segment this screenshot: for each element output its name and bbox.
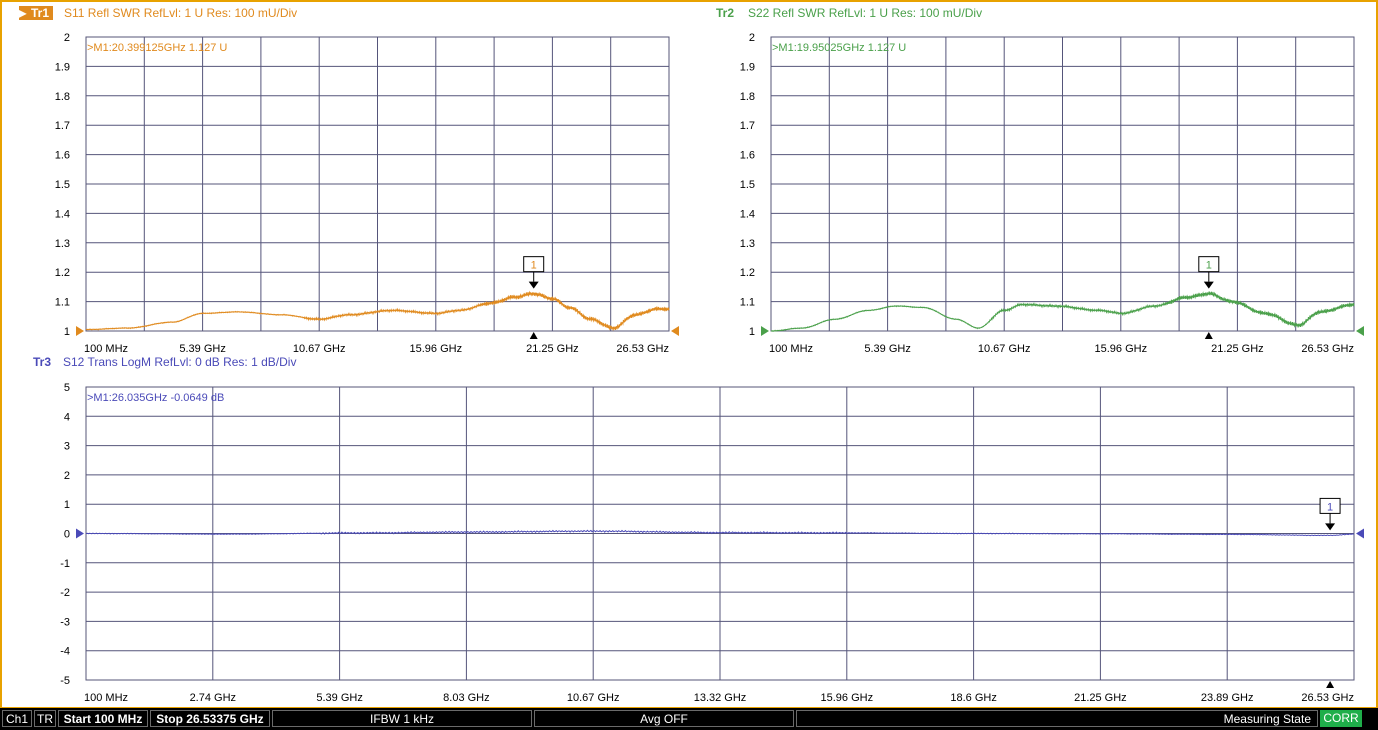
x-tick-label: 5.39 GHz bbox=[864, 343, 910, 355]
y-tick-label: 1.6 bbox=[740, 150, 755, 162]
x-tick-label: 10.67 GHz bbox=[978, 343, 1031, 355]
x-tick-label: 26.53 GHz bbox=[1301, 692, 1354, 704]
x-tick-label: 21.25 GHz bbox=[526, 343, 579, 355]
x-tick-label: 26.53 GHz bbox=[1301, 343, 1354, 355]
marker-readout: >M1:26.035GHz -0.0649 dB bbox=[87, 392, 224, 404]
y-tick-label: 2 bbox=[749, 32, 755, 44]
trace-header-tr1: S11 Refl SWR RefLvl: 1 U Res: 100 mU/Div bbox=[64, 6, 298, 20]
y-tick-label: 1.2 bbox=[740, 267, 755, 279]
x-tick-label: 13.32 GHz bbox=[694, 692, 747, 704]
x-tick-label: 8.03 GHz bbox=[443, 692, 489, 704]
correction-indicator[interactable]: CORR bbox=[1320, 710, 1362, 727]
reference-level-right-icon[interactable] bbox=[1356, 528, 1364, 539]
reference-level-left-icon[interactable] bbox=[76, 326, 84, 336]
x-tick-label: 21.25 GHz bbox=[1211, 343, 1264, 355]
trace-mode-indicator[interactable]: TR bbox=[34, 710, 56, 727]
ifbw-setting[interactable]: IFBW 1 kHz bbox=[272, 710, 532, 727]
x-tick-label: 18.6 GHz bbox=[950, 692, 996, 704]
y-tick-label: 0 bbox=[64, 529, 70, 541]
trace-tag-tr1[interactable]: ▶ Tr1 bbox=[17, 6, 53, 20]
x-tick-label: 15.96 GHz bbox=[410, 343, 463, 355]
channel-indicator[interactable]: Ch1 bbox=[2, 710, 32, 727]
y-tick-label: -2 bbox=[60, 587, 70, 599]
x-tick-label: 5.39 GHz bbox=[179, 343, 225, 355]
reference-level-right-icon[interactable] bbox=[671, 326, 679, 336]
x-tick-label: 10.67 GHz bbox=[293, 343, 346, 355]
stop-frequency[interactable]: Stop 26.53375 GHz bbox=[150, 710, 270, 727]
y-tick-label: 1.7 bbox=[55, 120, 70, 132]
x-tick-label: 26.53 GHz bbox=[616, 343, 669, 355]
y-tick-label: 1.5 bbox=[55, 179, 70, 191]
reference-level-right-icon[interactable] bbox=[1356, 326, 1364, 336]
y-tick-label: -3 bbox=[60, 616, 70, 628]
x-tick-label: 5.39 GHz bbox=[316, 692, 362, 704]
measuring-state: Measuring State bbox=[796, 710, 1318, 727]
y-tick-label: 1.7 bbox=[740, 120, 755, 132]
x-tick-label: 100 MHz bbox=[84, 343, 128, 355]
y-tick-label: 5 bbox=[64, 382, 70, 394]
x-tick-label: 100 MHz bbox=[84, 692, 128, 704]
x-tick-label: 23.89 GHz bbox=[1201, 692, 1254, 704]
plot-tr1[interactable]: 2 1.9 1.8 1.7 1.6 1.5 1.4 1.3 1.2 1.1 1 100 MHz 5.39… bbox=[55, 32, 679, 355]
y-tick-label: 1.3 bbox=[55, 238, 70, 250]
marker-label: 1 bbox=[1206, 260, 1212, 272]
status-bar: Ch1 TR Start 100 MHz Stop 26.53375 GHz I… bbox=[0, 708, 1378, 730]
y-tick-label: 1.9 bbox=[55, 61, 70, 73]
y-tick-label: -4 bbox=[60, 646, 70, 658]
y-tick-label: 2 bbox=[64, 470, 70, 482]
trace-header-tr3: S12 Trans LogM RefLvl: 0 dB Res: 1 dB/Di… bbox=[63, 355, 297, 369]
trace-tag-tr2[interactable]: Tr2 bbox=[716, 6, 734, 20]
reference-level-left-icon[interactable] bbox=[76, 528, 84, 539]
y-tick-label: 1.5 bbox=[740, 179, 755, 191]
y-tick-label: 1.1 bbox=[55, 297, 70, 309]
x-tick-label: 15.96 GHz bbox=[821, 692, 874, 704]
x-tick-label: 15.96 GHz bbox=[1095, 343, 1148, 355]
marker-axis-pointer-icon bbox=[1326, 681, 1335, 688]
x-tick-label: 10.67 GHz bbox=[567, 692, 620, 704]
y-tick-label: 1 bbox=[749, 326, 755, 338]
marker-label: 1 bbox=[1327, 501, 1333, 513]
y-tick-label: 1.4 bbox=[740, 208, 755, 220]
marker-label: 1 bbox=[531, 260, 537, 272]
y-tick-label: 2 bbox=[64, 32, 70, 44]
y-tick-label: -5 bbox=[60, 675, 70, 687]
y-tick-label: 3 bbox=[64, 441, 70, 453]
x-tick-label: 100 MHz bbox=[769, 343, 813, 355]
trace-tag-tr3[interactable]: Tr3 bbox=[33, 355, 51, 369]
y-tick-label: 1.4 bbox=[55, 208, 70, 220]
y-tick-label: 1.3 bbox=[740, 238, 755, 250]
trace-header-tr2: S22 Refl SWR RefLvl: 1 U Res: 100 mU/Div bbox=[748, 6, 983, 20]
y-tick-label: -1 bbox=[60, 558, 70, 570]
y-tick-label: 1.8 bbox=[740, 91, 755, 103]
y-tick-label: 1.2 bbox=[55, 267, 70, 279]
y-tick-label: 1 bbox=[64, 326, 70, 338]
start-frequency[interactable]: Start 100 MHz bbox=[58, 710, 148, 727]
x-tick-label: 2.74 GHz bbox=[190, 692, 236, 704]
trace-tag-label: Tr1 bbox=[31, 6, 50, 20]
y-tick-label: 1.6 bbox=[55, 150, 70, 162]
active-trace-arrow-icon: ▶ bbox=[17, 6, 27, 20]
marker-axis-pointer-icon bbox=[1204, 332, 1213, 339]
y-tick-label: 1.9 bbox=[740, 61, 755, 73]
plot-tr3[interactable]: 5 4 3 2 1 0 -1 -2 -3 -4 -5 100 MHz 2.74 GHz 5.39 GHz 8… bbox=[60, 382, 1364, 704]
marker-readout: >M1:19.95025GHz 1.127 U bbox=[772, 42, 906, 54]
averaging-setting[interactable]: Avg OFF bbox=[534, 710, 794, 727]
y-tick-label: 1.1 bbox=[740, 297, 755, 309]
plot-tr2[interactable]: 2 1.9 1.8 1.7 1.6 1.5 1.4 1.3 1.2 1.1 1 100 MHz 5.39… bbox=[740, 32, 1364, 355]
marker-readout: >M1:20.399125GHz 1.127 U bbox=[87, 42, 227, 54]
marker-axis-pointer-icon bbox=[529, 332, 538, 339]
y-tick-label: 1 bbox=[64, 499, 70, 511]
reference-level-left-icon[interactable] bbox=[761, 326, 769, 336]
plot-canvas: 2 1.9 1.8 1.7 1.6 1.5 1.4 1.3 1.2 1.1 1 100 MHz 5.39… bbox=[55, 32, 1364, 704]
y-tick-label: 4 bbox=[64, 411, 70, 423]
y-tick-label: 1.8 bbox=[55, 91, 70, 103]
x-tick-label: 21.25 GHz bbox=[1074, 692, 1127, 704]
